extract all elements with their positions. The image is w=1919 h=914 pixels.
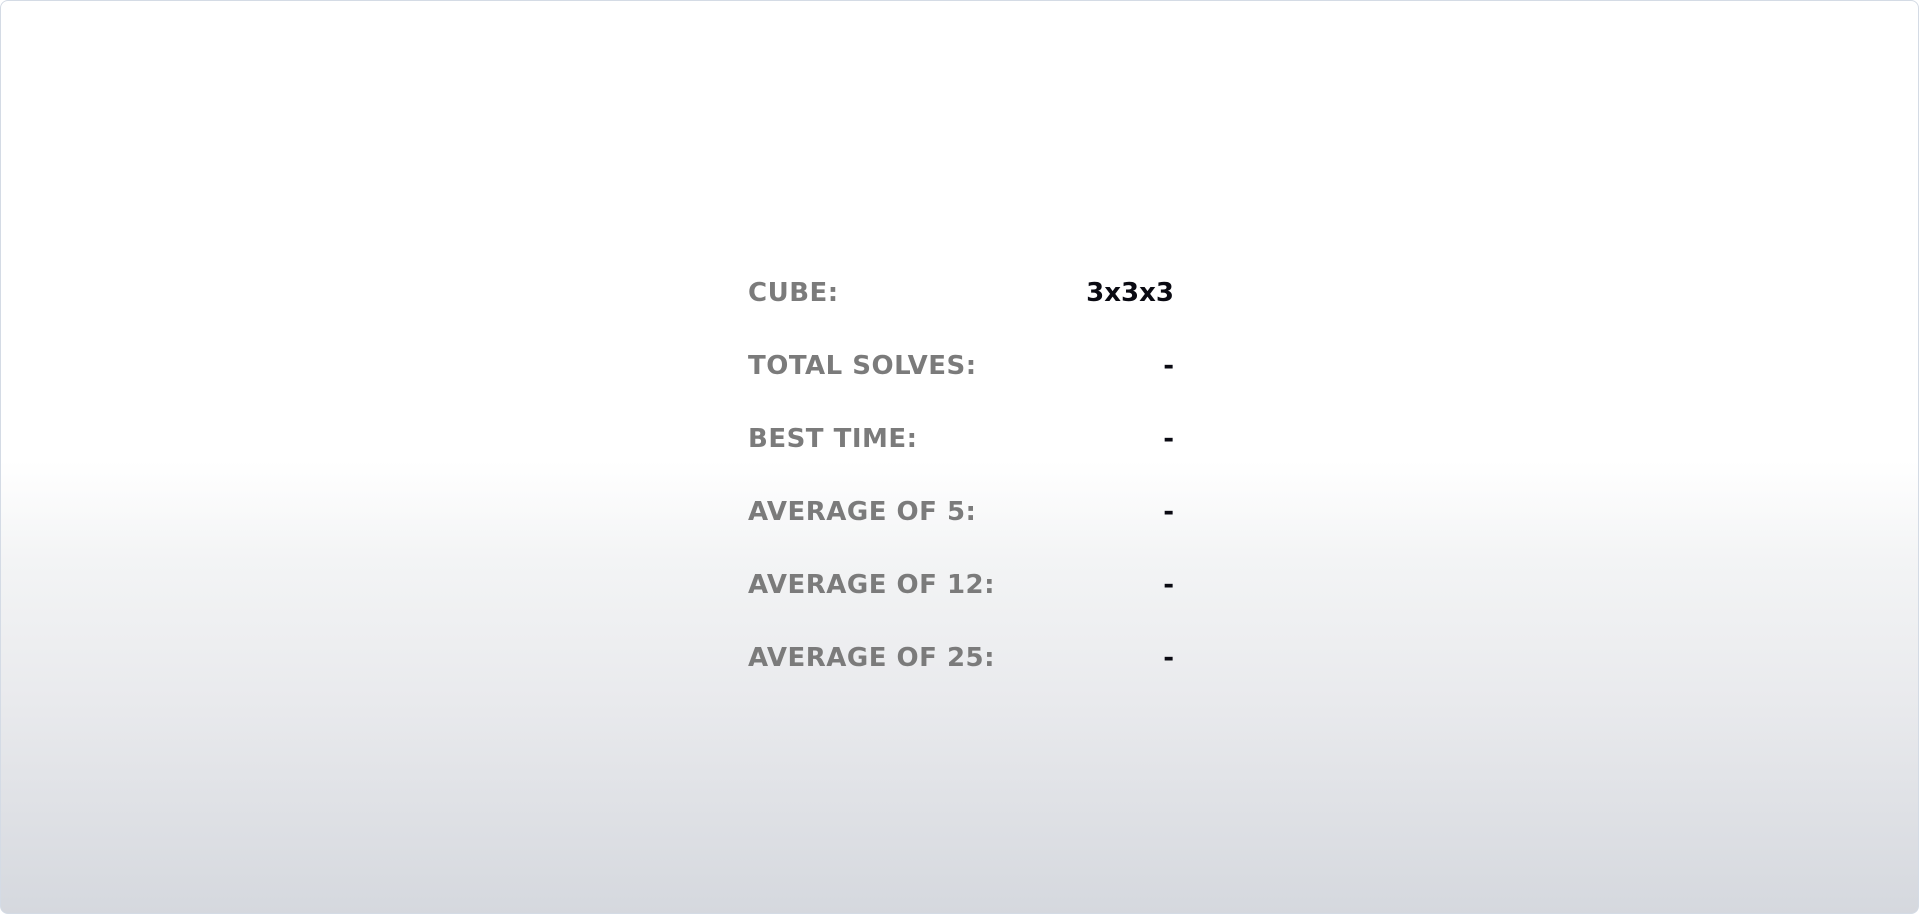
average-of-12-label: AVERAGE OF 12: [748,569,996,600]
stat-row-average-of-5: AVERAGE OF 5: - [748,475,1174,548]
stats-list: CUBE: 3x3x3 TOTAL SOLVES: - BEST TIME: -… [748,256,1174,694]
total-solves-value: - [1163,350,1174,381]
stats-panel: CUBE: 3x3x3 TOTAL SOLVES: - BEST TIME: -… [0,0,1919,914]
average-of-25-label: AVERAGE OF 25: [748,642,996,673]
cube-label: CUBE: [748,277,839,308]
stat-row-best-time: BEST TIME: - [748,402,1174,475]
average-of-5-label: AVERAGE OF 5: [748,496,977,527]
total-solves-label: TOTAL SOLVES: [748,350,977,381]
average-of-12-value: - [1163,569,1174,600]
average-of-25-value: - [1163,642,1174,673]
stat-row-total-solves: TOTAL SOLVES: - [748,329,1174,402]
best-time-value: - [1163,423,1174,454]
stat-row-average-of-12: AVERAGE OF 12: - [748,548,1174,621]
average-of-5-value: - [1163,496,1174,527]
best-time-label: BEST TIME: [748,423,918,454]
stat-row-cube: CUBE: 3x3x3 [748,256,1174,329]
stat-row-average-of-25: AVERAGE OF 25: - [748,621,1174,694]
cube-value: 3x3x3 [1086,277,1174,308]
